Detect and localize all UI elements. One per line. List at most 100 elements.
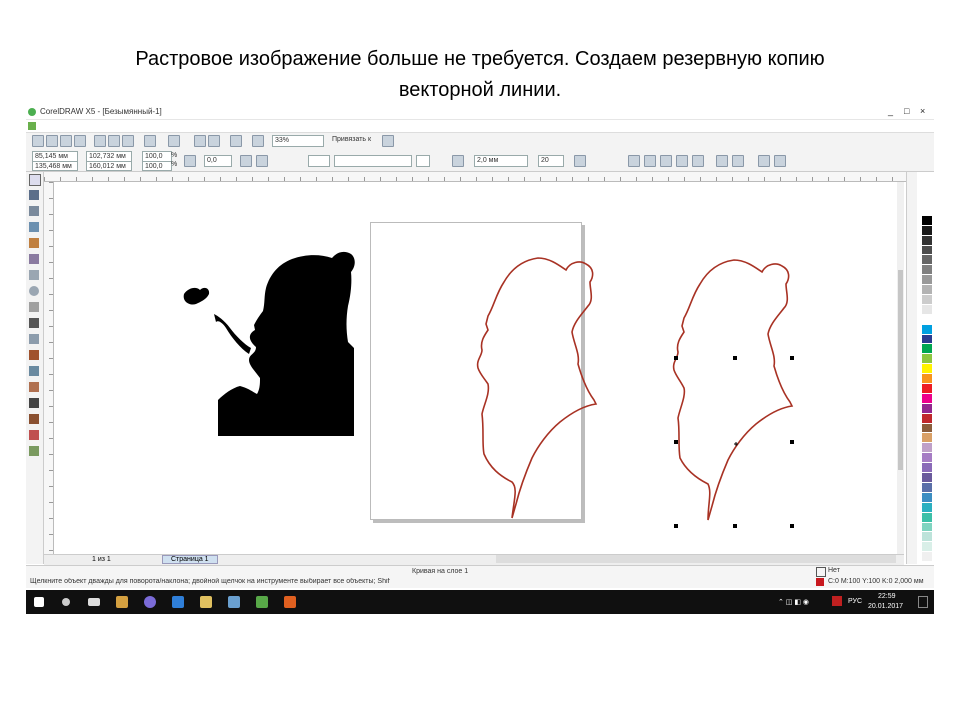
palette-swatch[interactable] [922, 206, 932, 216]
ellipse-tool-icon[interactable] [29, 286, 39, 296]
clock-date[interactable]: 20.01.2017 [868, 603, 903, 610]
palette-swatch[interactable] [922, 364, 932, 375]
simplify-icon[interactable] [692, 155, 704, 167]
create-boundary-icon[interactable] [758, 155, 770, 167]
text-tool-icon[interactable] [29, 318, 39, 328]
close-button[interactable]: × [920, 106, 925, 116]
vertical-scrollbar[interactable] [897, 182, 904, 564]
horizontal-scrollbar[interactable] [496, 555, 896, 563]
palette-swatch[interactable] [922, 522, 932, 533]
combine-icon[interactable] [628, 155, 640, 167]
palette-swatch[interactable] [922, 384, 932, 394]
palette-swatch[interactable] [922, 324, 932, 335]
palette-swatch[interactable] [922, 393, 932, 404]
align-icon[interactable] [774, 155, 786, 167]
height-field[interactable]: 160,012 мм [86, 161, 132, 171]
end-arrow-select[interactable] [416, 155, 430, 167]
task-view-icon[interactable] [88, 598, 100, 606]
palette-swatch[interactable] [922, 304, 932, 315]
interactive-fill-icon[interactable] [29, 446, 39, 456]
mirror-v-icon[interactable] [256, 155, 268, 167]
back-minus-front-icon[interactable] [732, 155, 744, 167]
antivirus-tray-icon[interactable] [832, 596, 842, 606]
eyedropper-tool-icon[interactable] [29, 398, 39, 408]
palette-swatch[interactable] [922, 492, 932, 503]
maximize-button[interactable]: □ [904, 106, 909, 116]
shape-tool-icon[interactable] [29, 190, 39, 200]
palette-swatch[interactable] [922, 413, 932, 424]
join-icon[interactable] [574, 155, 586, 167]
export-icon[interactable] [208, 135, 220, 147]
powerpoint-task-icon[interactable] [284, 596, 296, 608]
outline-pen-icon[interactable] [452, 155, 464, 167]
app-launcher-icon[interactable] [230, 135, 242, 147]
vertical-scroll-thumb[interactable] [898, 270, 903, 470]
connector-tool-icon[interactable] [29, 366, 39, 376]
palette-swatch[interactable] [922, 512, 932, 523]
front-minus-back-icon[interactable] [716, 155, 728, 167]
palette-swatch[interactable] [922, 344, 932, 355]
lock-ratio-icon[interactable] [184, 155, 196, 167]
palette-swatch[interactable] [922, 473, 932, 483]
palette-swatch[interactable] [922, 225, 932, 236]
selection-handle-tr[interactable] [790, 356, 794, 360]
edge-icon[interactable] [172, 596, 184, 608]
clock-time[interactable]: 22:59 [878, 593, 896, 600]
explorer-icon[interactable] [200, 596, 212, 608]
selection-handle-ml[interactable] [674, 440, 678, 444]
weld-icon[interactable] [644, 155, 656, 167]
palette-swatch[interactable] [922, 542, 932, 553]
rectangle-tool-icon[interactable] [29, 270, 39, 280]
palette-swatch[interactable] [922, 433, 932, 444]
palette-swatch[interactable] [922, 463, 932, 474]
palette-swatch[interactable] [922, 245, 932, 256]
palette-swatch[interactable] [922, 453, 932, 464]
selection-handle-mr[interactable] [790, 440, 794, 444]
keyboard-language[interactable]: РУС [848, 598, 862, 605]
traced-outline-original[interactable] [476, 257, 598, 519]
redo-icon[interactable] [168, 135, 180, 147]
zoom-tool-icon[interactable] [29, 222, 39, 232]
palette-swatch[interactable] [922, 314, 932, 325]
color-palette[interactable] [922, 206, 932, 563]
drawing-canvas[interactable] [54, 182, 916, 564]
horizontal-ruler[interactable] [44, 172, 916, 182]
new-icon[interactable] [32, 135, 44, 147]
viber-icon[interactable] [144, 596, 156, 608]
zoom-select[interactable]: 33% [272, 135, 324, 147]
palette-swatch[interactable] [922, 215, 932, 226]
minimize-button[interactable]: _ [888, 106, 893, 116]
fill-tool-icon[interactable] [29, 430, 39, 440]
scale-y-field[interactable]: 100,0 [142, 161, 172, 171]
blend-tool-icon[interactable] [29, 382, 39, 392]
palette-swatch[interactable] [922, 275, 932, 286]
freehand-tool-icon[interactable] [29, 238, 39, 248]
polygon-tool-icon[interactable] [29, 302, 39, 312]
line-style-select[interactable] [334, 155, 412, 167]
palette-swatch[interactable] [922, 235, 932, 246]
selection-handle-tl[interactable] [674, 356, 678, 360]
copy-icon[interactable] [108, 135, 120, 147]
vertical-ruler[interactable] [44, 182, 54, 564]
cut-icon[interactable] [94, 135, 106, 147]
selection-handle-bc[interactable] [733, 524, 737, 528]
paste-icon[interactable] [122, 135, 134, 147]
media-app-icon[interactable] [116, 596, 128, 608]
intersect-icon[interactable] [676, 155, 688, 167]
palette-swatch[interactable] [922, 552, 932, 563]
trim-icon[interactable] [660, 155, 672, 167]
traced-outline-copy[interactable] [672, 259, 794, 521]
pick-tool-icon[interactable] [29, 174, 41, 186]
palette-swatch[interactable] [922, 295, 932, 305]
palette-swatch[interactable] [922, 532, 932, 543]
table-tool-icon[interactable] [29, 334, 39, 344]
open-icon[interactable] [46, 135, 58, 147]
selection-handle-tc[interactable] [733, 356, 737, 360]
page-tab-1[interactable]: Страница 1 [162, 555, 218, 564]
palette-swatch[interactable] [922, 255, 932, 266]
print-icon[interactable] [74, 135, 86, 147]
palette-swatch[interactable] [922, 354, 932, 365]
snap-to-menu[interactable]: Привязать к [332, 136, 371, 143]
notifications-icon[interactable] [918, 596, 928, 608]
dimension-tool-icon[interactable] [29, 350, 39, 360]
